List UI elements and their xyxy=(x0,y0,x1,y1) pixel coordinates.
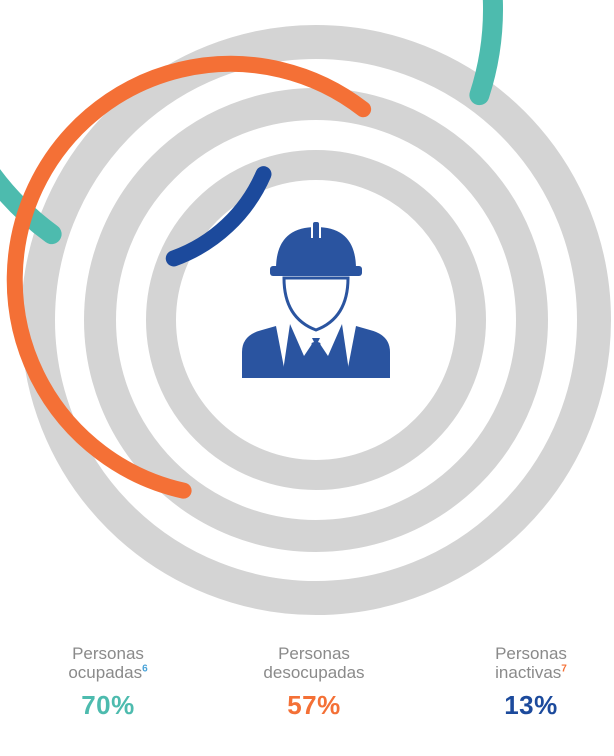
legend-label: Personas desocupadas xyxy=(239,644,389,682)
legend-value: 57% xyxy=(287,690,341,720)
legend-desocupadas: Personas desocupadas 57% xyxy=(239,644,389,720)
legend-inactivas: Personas inactivas7 13% xyxy=(456,644,606,720)
legend-value: 13% xyxy=(504,690,558,720)
legend-label-line2: ocupadas xyxy=(68,663,143,682)
legend-ocupadas: Personas ocupadas6 70% xyxy=(33,644,183,720)
construction-worker-icon xyxy=(242,222,390,378)
legend-label-line1: Personas xyxy=(495,644,567,663)
radial-bar-chart xyxy=(0,0,611,615)
legend-label-line1: Personas xyxy=(278,644,350,663)
legend-label-line1: Personas xyxy=(72,644,144,663)
legend-label-line2: desocupadas xyxy=(263,663,365,682)
footnote-marker: 6 xyxy=(142,663,148,675)
legend-label-line2: inactivas xyxy=(495,663,562,682)
legend-label: Personas inactivas7 xyxy=(456,644,606,682)
legend-value: 70% xyxy=(81,690,135,720)
footnote-marker: 7 xyxy=(561,663,567,675)
legend-label: Personas ocupadas6 xyxy=(33,644,183,682)
